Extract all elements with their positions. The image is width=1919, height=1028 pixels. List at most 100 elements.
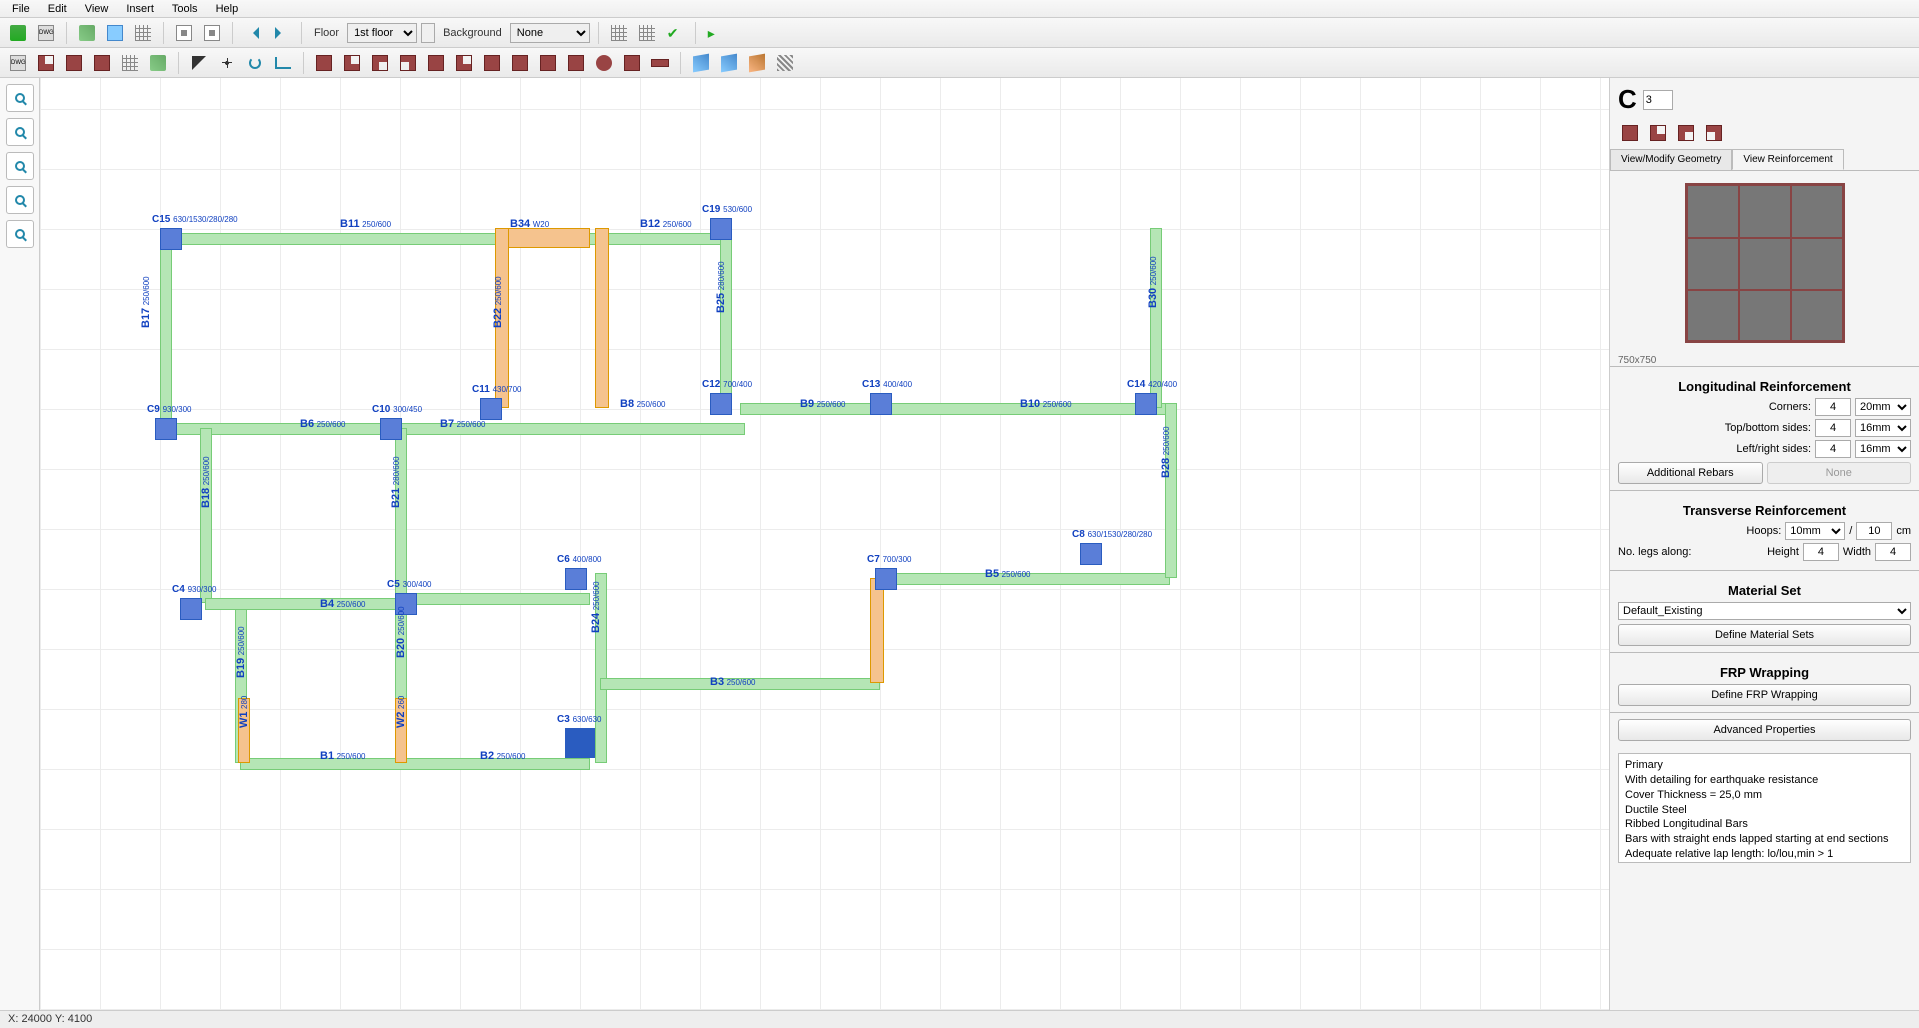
leftright-count[interactable] xyxy=(1815,440,1851,458)
section-shape-2[interactable] xyxy=(1646,121,1670,145)
section-shape-4[interactable] xyxy=(1702,121,1726,145)
legs-width[interactable] xyxy=(1875,543,1911,561)
slab-button[interactable] xyxy=(689,51,713,75)
floor-select[interactable]: 1st floor xyxy=(347,23,417,43)
section-u-button[interactable] xyxy=(452,51,476,75)
wall-segment[interactable] xyxy=(720,223,732,403)
hoops-spacing[interactable] xyxy=(1856,522,1892,540)
menu-view[interactable]: View xyxy=(77,1,117,17)
wall-segment[interactable] xyxy=(205,598,405,610)
wall-segment[interactable] xyxy=(200,428,212,603)
model-button-2[interactable] xyxy=(62,51,86,75)
move-button[interactable] xyxy=(215,51,239,75)
snap-obj-button[interactable] xyxy=(635,21,659,45)
zoom-pan-button[interactable] xyxy=(6,220,34,248)
section-shape-1[interactable] xyxy=(1618,121,1642,145)
open-button[interactable] xyxy=(103,21,127,45)
wall-segment[interactable] xyxy=(240,758,590,770)
section-box-button[interactable] xyxy=(508,51,532,75)
additional-rebars-button[interactable]: Additional Rebars xyxy=(1618,462,1763,484)
model-button-4[interactable] xyxy=(118,51,142,75)
section-t-button[interactable] xyxy=(368,51,392,75)
wall-segment[interactable] xyxy=(170,233,730,245)
define-frp-button[interactable]: Define FRP Wrapping xyxy=(1618,684,1911,706)
wall-segment[interactable] xyxy=(500,228,590,248)
tab-reinforcement[interactable]: View Reinforcement xyxy=(1732,149,1843,170)
menu-help[interactable]: Help xyxy=(208,1,247,17)
wall-segment[interactable] xyxy=(400,593,590,605)
column-C19[interactable] xyxy=(710,218,732,240)
menu-edit[interactable]: Edit xyxy=(40,1,75,17)
section-gen-button[interactable] xyxy=(620,51,644,75)
print-button[interactable] xyxy=(172,21,196,45)
section-pipe-button[interactable] xyxy=(536,51,560,75)
section-shape-3[interactable] xyxy=(1674,121,1698,145)
column-C12[interactable] xyxy=(710,393,732,415)
snap-grid-button[interactable] xyxy=(607,21,631,45)
preview-button[interactable] xyxy=(200,21,224,45)
floor-stepper[interactable] xyxy=(421,23,435,43)
save-button[interactable] xyxy=(6,21,30,45)
advanced-properties-button[interactable]: Advanced Properties xyxy=(1618,719,1911,741)
hoops-diameter[interactable]: 10mm xyxy=(1785,522,1845,540)
topbottom-diameter[interactable]: 16mm xyxy=(1855,419,1911,437)
wall-segment[interactable] xyxy=(870,578,884,683)
corners-diameter[interactable]: 20mm xyxy=(1855,398,1911,416)
corners-count[interactable] xyxy=(1815,398,1851,416)
column-C14[interactable] xyxy=(1135,393,1157,415)
zoom-in-button[interactable] xyxy=(6,84,34,112)
define-material-button[interactable]: Define Material Sets xyxy=(1618,624,1911,646)
run-button[interactable]: ▸ xyxy=(704,21,728,45)
beam3d-button[interactable] xyxy=(717,51,741,75)
new-button[interactable] xyxy=(75,21,99,45)
dwg-button[interactable]: DWG xyxy=(34,21,58,45)
tab-geometry[interactable]: View/Modify Geometry xyxy=(1610,149,1732,170)
zoom-extents-button[interactable] xyxy=(6,186,34,214)
import-dwg-button[interactable]: DWG xyxy=(6,51,30,75)
wall-segment[interactable] xyxy=(595,228,609,408)
column-C7[interactable] xyxy=(875,568,897,590)
element-id-input[interactable] xyxy=(1643,90,1673,110)
mirror-button[interactable] xyxy=(271,51,295,75)
model-button-3[interactable] xyxy=(90,51,114,75)
undo-button[interactable] xyxy=(241,21,265,45)
stairs-button[interactable] xyxy=(773,51,797,75)
column-C8[interactable] xyxy=(1080,543,1102,565)
section-circ-button[interactable] xyxy=(592,51,616,75)
check-button[interactable]: ✔ xyxy=(663,21,687,45)
rotate-button[interactable] xyxy=(243,51,267,75)
column-C6[interactable] xyxy=(565,568,587,590)
menu-insert[interactable]: Insert xyxy=(118,1,162,17)
section-c-button[interactable] xyxy=(396,51,420,75)
section-z-button[interactable] xyxy=(480,51,504,75)
floorplan-canvas[interactable]: C15 630/1530/280/280C9 930/300C4 930/300… xyxy=(40,78,1609,1010)
grid-button[interactable] xyxy=(131,21,155,45)
redo-button[interactable] xyxy=(269,21,293,45)
section-l-button[interactable] xyxy=(340,51,364,75)
zoom-window-button[interactable] xyxy=(6,152,34,180)
section-rect-button[interactable] xyxy=(312,51,336,75)
section-wall-button[interactable] xyxy=(648,51,672,75)
column-C11[interactable] xyxy=(480,398,502,420)
topbottom-count[interactable] xyxy=(1815,419,1851,437)
column-C10[interactable] xyxy=(380,418,402,440)
material-set-select[interactable]: Default_Existing xyxy=(1618,602,1911,620)
cursor-button[interactable] xyxy=(187,51,211,75)
section-i-button[interactable] xyxy=(424,51,448,75)
column-C4[interactable] xyxy=(180,598,202,620)
column-C9[interactable] xyxy=(155,418,177,440)
background-select[interactable]: None xyxy=(510,23,590,43)
model-button-1[interactable] xyxy=(34,51,58,75)
menu-file[interactable]: File xyxy=(4,1,38,17)
section-custom-button[interactable] xyxy=(564,51,588,75)
wall-segment[interactable] xyxy=(160,238,172,428)
model-button-5[interactable] xyxy=(146,51,170,75)
legs-height[interactable] xyxy=(1803,543,1839,561)
column-C15[interactable] xyxy=(160,228,182,250)
column-C13[interactable] xyxy=(870,393,892,415)
leftright-diameter[interactable]: 16mm xyxy=(1855,440,1911,458)
menu-tools[interactable]: Tools xyxy=(164,1,206,17)
zoom-out-button[interactable] xyxy=(6,118,34,146)
column-C3[interactable] xyxy=(565,728,595,758)
col3d-button[interactable] xyxy=(745,51,769,75)
